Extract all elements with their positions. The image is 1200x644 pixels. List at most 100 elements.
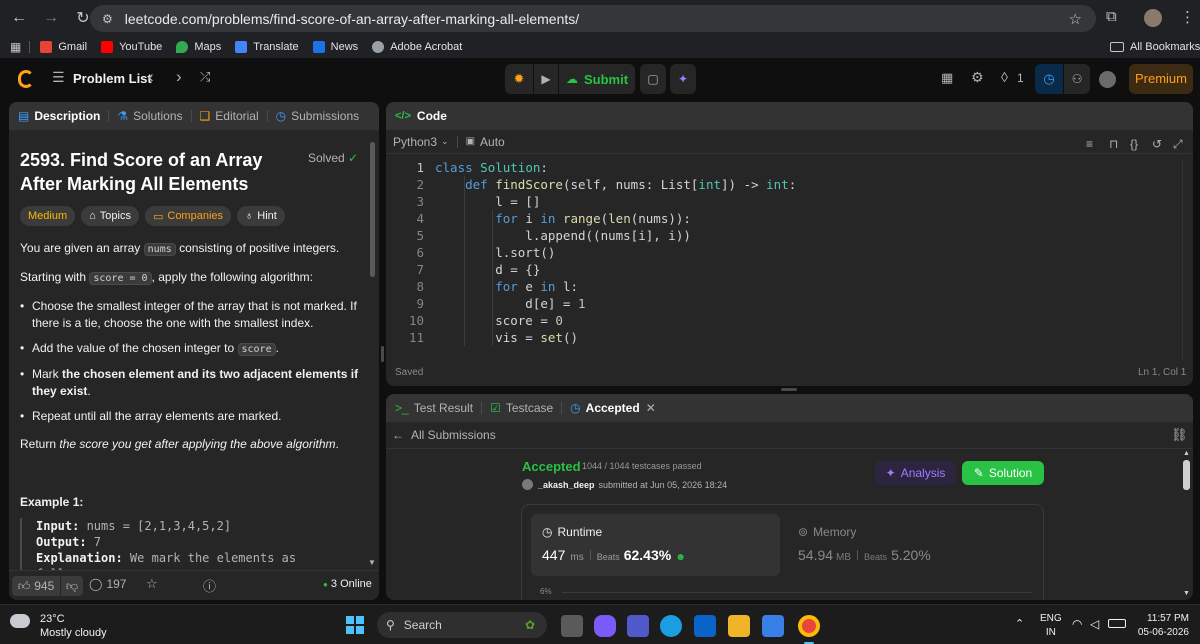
expand-icon[interactable]: ⤢ bbox=[1173, 137, 1183, 152]
editor-toolbar: Python3 ⌄ ▣ Auto ≡ ⊓ {} ↺ ⤢ bbox=[386, 130, 1193, 154]
difficulty-badge[interactable]: Medium bbox=[20, 206, 76, 226]
testcases-passed: 1044 / 1044 testcases passed bbox=[582, 461, 702, 471]
tab-submissions[interactable]: ◷ Submissions bbox=[276, 109, 360, 123]
vertical-resize-handle[interactable] bbox=[781, 388, 797, 391]
bookmark-adobe-acrobat[interactable]: Adobe Acrobat bbox=[372, 41, 462, 53]
arrow-left-icon: ← bbox=[392, 428, 404, 442]
comments-button[interactable]: ◯ 197 bbox=[89, 577, 126, 591]
chevron-up-icon[interactable]: ⌃ bbox=[1015, 617, 1024, 630]
weather-icon[interactable] bbox=[10, 614, 30, 628]
copilot-icon[interactable] bbox=[594, 615, 616, 637]
language-indicator[interactable]: ENG IN bbox=[1040, 612, 1062, 640]
extensions-icon[interactable]: ⧉ bbox=[1106, 8, 1117, 25]
tab-description[interactable]: ▤ Description bbox=[18, 109, 100, 123]
reset-icon[interactable]: ↺ bbox=[1152, 137, 1162, 151]
streak-icon[interactable]: ◊ bbox=[1001, 69, 1008, 85]
profile-avatar[interactable] bbox=[1144, 9, 1162, 27]
volume-icon[interactable]: ◁ bbox=[1090, 617, 1099, 631]
result-scrollbar[interactable] bbox=[1183, 460, 1190, 490]
run-button[interactable]: ▶ bbox=[534, 64, 558, 94]
premium-button[interactable]: Premium bbox=[1129, 64, 1193, 94]
all-bookmarks[interactable]: All Bookmarks bbox=[1110, 41, 1200, 53]
companies-tag[interactable]: ▭ Companies bbox=[144, 206, 232, 226]
solution-button[interactable]: ✎ Solution bbox=[962, 461, 1044, 485]
timer-button[interactable]: ◷ bbox=[1035, 64, 1063, 94]
scroll-down-arrow[interactable]: ▼ bbox=[368, 558, 376, 567]
memory-card[interactable]: ⊚ Memory 54.94 MB Beats 5.20% bbox=[787, 514, 1036, 576]
description-tabs: ▤ Description ⚗ Solutions ❑ Editorial ◷ Subm… bbox=[9, 102, 379, 130]
editor-scrollbar[interactable] bbox=[1182, 159, 1189, 359]
bookmark-star-icon[interactable]: ☆ bbox=[1069, 10, 1082, 28]
forward-icon[interactable]: → bbox=[38, 5, 64, 31]
outlook-icon[interactable] bbox=[694, 615, 716, 637]
bookmark-news[interactable]: News bbox=[312, 41, 358, 53]
runtime-card[interactable]: ◷ Runtime 447 ms Beats 62.43% ☻ bbox=[531, 514, 780, 576]
back-icon[interactable]: ← bbox=[6, 5, 32, 31]
user-avatar[interactable] bbox=[1099, 71, 1116, 88]
start-button[interactable] bbox=[346, 616, 364, 634]
weather-widget[interactable]: 23°C Mostly cloudy bbox=[40, 612, 107, 640]
ai-button[interactable]: ✦ bbox=[670, 64, 696, 94]
panel-resize-handle[interactable] bbox=[381, 346, 384, 362]
bookmark-maps[interactable]: Maps bbox=[176, 41, 221, 53]
problem-list-icon[interactable]: ☰ bbox=[52, 69, 65, 86]
bookmark-translate[interactable]: Translate bbox=[235, 41, 299, 53]
all-submissions-link[interactable]: ← All Submissions bbox=[392, 428, 496, 442]
like-button[interactable]: 👍︎ 945 bbox=[12, 576, 60, 596]
translate-icon bbox=[235, 41, 248, 53]
file-explorer-icon[interactable] bbox=[728, 615, 750, 637]
topics-tag[interactable]: ⌂ Topics bbox=[81, 206, 139, 226]
maps-icon bbox=[176, 41, 189, 53]
debug-button[interactable]: ✹ bbox=[505, 64, 533, 94]
tab-testcase[interactable]: ☑ Testcase bbox=[490, 401, 553, 415]
share-link-icon[interactable]: ⛓ bbox=[1171, 427, 1188, 443]
problem-list-link[interactable]: Problem List bbox=[73, 71, 152, 86]
analysis-button[interactable]: ✦ Analysis bbox=[875, 461, 956, 485]
scroll-up-arrow[interactable]: ▲ bbox=[1183, 450, 1190, 457]
close-icon[interactable]: ✕ bbox=[646, 401, 656, 415]
code-editor[interactable]: 1 2 3 4 5 6 7 8 9 10 11 class Solution: … bbox=[386, 159, 1181, 359]
store-icon[interactable] bbox=[762, 615, 784, 637]
site-info-icon[interactable]: ⚙ bbox=[102, 12, 113, 26]
clock[interactable]: 11:57 PM 05-06-2026 bbox=[1137, 612, 1189, 640]
tab-test-result[interactable]: >_ Test Result bbox=[395, 401, 473, 415]
address-bar[interactable]: ⚙ leetcode.com/problems/find-score-of-an… bbox=[90, 5, 1096, 32]
dislike-button[interactable]: 👎︎ bbox=[61, 576, 83, 596]
leetcode-logo[interactable] bbox=[18, 70, 34, 88]
hint-tag[interactable]: ♁ Hint bbox=[237, 206, 285, 226]
language-select[interactable]: Python3 ⌄ bbox=[393, 135, 449, 149]
auto-mode[interactable]: ▣ Auto bbox=[466, 135, 505, 149]
shuffle-icon[interactable]: ⤮ bbox=[200, 69, 210, 85]
bookmark-icon[interactable]: ⊓ bbox=[1109, 137, 1118, 151]
add-friend-button[interactable]: ⚇ bbox=[1064, 64, 1090, 94]
next-problem-icon[interactable]: › bbox=[176, 67, 182, 87]
editor-status: Saved bbox=[395, 367, 424, 378]
edge-icon[interactable] bbox=[660, 615, 682, 637]
result-tabs: >_ Test Result ☑ Testcase ◷ Accepted ✕ bbox=[386, 394, 1193, 422]
braces-icon[interactable]: {} bbox=[1130, 137, 1138, 151]
notes-button[interactable]: ▢ bbox=[640, 64, 666, 94]
format-icon[interactable]: ≡ bbox=[1086, 137, 1093, 151]
tab-solutions[interactable]: ⚗ Solutions bbox=[117, 109, 182, 123]
battery-icon[interactable] bbox=[1108, 619, 1126, 628]
description-scrollbar[interactable] bbox=[370, 142, 375, 277]
menu-icon[interactable]: ⋮ bbox=[1180, 8, 1195, 26]
taskbar-search[interactable]: ⚲ Search ✿ bbox=[377, 612, 547, 638]
bookmark-youtube[interactable]: YouTube bbox=[101, 41, 162, 53]
settings-icon[interactable]: ⚙ bbox=[971, 69, 984, 86]
favorite-star-icon[interactable]: ☆ bbox=[146, 576, 158, 592]
tab-editorial[interactable]: ❑ Editorial bbox=[200, 109, 259, 123]
scroll-down-arrow[interactable]: ▼ bbox=[1183, 590, 1190, 597]
chrome-icon[interactable] bbox=[798, 615, 820, 637]
code-line: def findScore(self, nums: List[int]) -> … bbox=[465, 177, 797, 192]
prev-problem-icon[interactable]: ‹ bbox=[148, 67, 154, 87]
submit-button[interactable]: ☁ Submit bbox=[559, 64, 635, 94]
wifi-icon[interactable]: ◠ bbox=[1072, 617, 1082, 631]
task-view-icon[interactable] bbox=[561, 615, 583, 637]
layout-icon[interactable]: ▦ bbox=[941, 70, 953, 86]
apps-icon[interactable]: ▦ bbox=[10, 40, 21, 54]
help-icon[interactable]: ⓘ bbox=[203, 576, 216, 595]
teams-icon[interactable] bbox=[627, 615, 649, 637]
tab-accepted[interactable]: ◷ Accepted ✕ bbox=[570, 401, 656, 415]
bookmark-gmail[interactable]: Gmail bbox=[40, 41, 87, 53]
